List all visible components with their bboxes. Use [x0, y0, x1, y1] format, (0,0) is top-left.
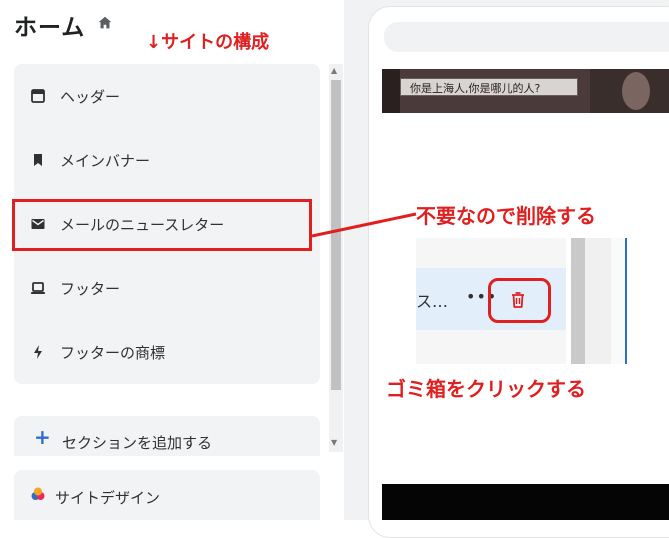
page-title: ホーム	[14, 15, 86, 41]
site-design-button[interactable]: サイトデザイン	[55, 487, 160, 508]
add-section-button[interactable]: セクションを追加する	[62, 432, 212, 453]
bookmark-icon	[30, 152, 46, 168]
sidebar-item-label: フッター	[60, 279, 121, 298]
sidebar-item-main-banner[interactable]: メインバナー	[14, 138, 320, 182]
banner-caption-text: 你是上海人,你是哪儿的人?	[410, 82, 541, 95]
laptop-icon	[30, 280, 46, 296]
sidebar-item-footer[interactable]: フッター	[14, 266, 320, 310]
highlight-newsletter	[12, 199, 312, 251]
row-label: ス…	[416, 292, 449, 311]
scroll-down-icon[interactable]: ▼	[331, 438, 337, 447]
annotation-delete: 不要なので削除する	[416, 204, 596, 228]
preview-gutter-light	[611, 238, 625, 364]
sidebar-item-label: フッターの商標	[60, 343, 166, 362]
bolt-icon	[30, 344, 46, 360]
preview-scrollbar[interactable]	[571, 238, 585, 364]
scroll-up-icon[interactable]: ▲	[331, 66, 337, 75]
preview-footer	[382, 484, 669, 520]
annotation-click-trash: ゴミ箱をクリックする	[386, 377, 586, 401]
sidebar-item-footer-trademark[interactable]: フッターの商標	[14, 330, 320, 374]
trash-icon[interactable]	[510, 291, 526, 309]
preview-address-bar	[384, 22, 669, 52]
annotation-arrow	[311, 212, 417, 238]
header-layout-icon	[30, 88, 46, 104]
sidebar-item-label: メインバナー	[60, 151, 151, 170]
banner-photo-person	[622, 72, 650, 110]
home-icon[interactable]	[96, 14, 114, 32]
sidebar-item-label: ヘッダー	[60, 87, 121, 106]
preview-gutter	[585, 238, 611, 364]
palette-icon	[31, 487, 45, 500]
sidebar-item-header[interactable]: ヘッダー	[14, 74, 320, 118]
annotation-structure: ↓サイトの構成	[146, 32, 270, 53]
plus-icon: +	[34, 425, 51, 449]
banner-photo-left	[382, 69, 400, 113]
preview-selection-line	[625, 238, 627, 364]
